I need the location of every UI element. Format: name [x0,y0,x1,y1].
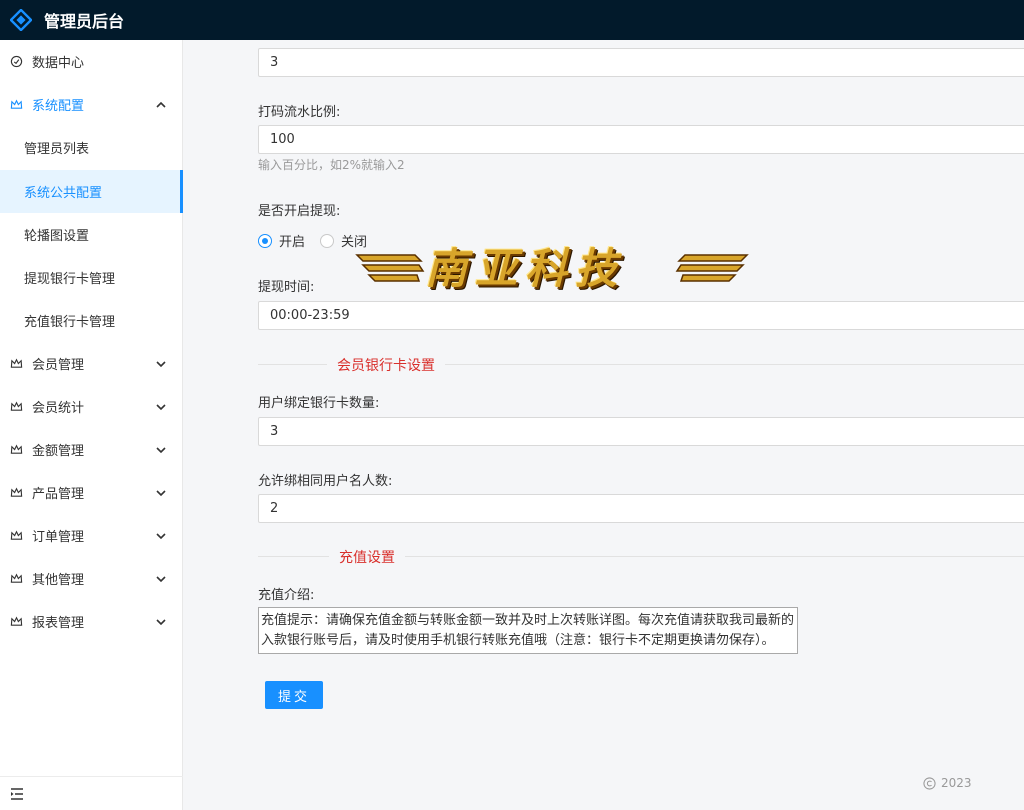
withdraw-label: 是否开启提现: [258,204,341,219]
sidebar-collapse-button[interactable] [0,776,183,810]
top-header: 管理员后台 [0,0,1024,40]
chevron-down-icon [156,575,166,582]
submit-button[interactable]: 提交 [265,681,323,709]
radio-unchecked-icon [320,233,334,248]
dashboard-icon [10,55,23,68]
chevron-down-icon [156,403,166,410]
crown-icon [10,401,23,411]
sidebar-item-dashboard[interactable]: 数据中心 [0,40,183,83]
same-name-label: 允许绑相同用户名人数: [258,474,393,489]
sidebar-item-orders[interactable]: 订单管理 [0,514,183,557]
bind-count-label: 用户绑定银行卡数量: [258,396,380,411]
chevron-down-icon [156,618,166,625]
section-title-bank: 会员银行卡设置 [327,355,445,375]
top-number-input[interactable] [258,48,1024,77]
chevron-down-icon [156,446,166,453]
sidebar-item-products[interactable]: 产品管理 [0,471,183,514]
radio-checked-icon [258,233,272,248]
sidebar-item-others[interactable]: 其他管理 [0,557,183,600]
chevron-down-icon [156,489,166,496]
sidebar-item-withdraw-card[interactable]: 提现银行卡管理 [0,256,183,299]
main-content: 打码流水比例: 输入百分比，如2%就输入2 是否开启提现: 开启 关闭 提现时间… [183,40,1024,810]
sidebar-item-recharge-card[interactable]: 充值银行卡管理 [0,299,183,342]
turnover-label: 打码流水比例: [258,105,341,120]
bind-count-input[interactable] [258,417,1024,446]
right-wing-icon [675,254,749,282]
crown-icon [10,573,23,583]
menu-fold-icon [11,787,23,800]
logo-icon [10,9,32,31]
chevron-up-icon [156,101,166,108]
left-wing-icon [355,254,425,282]
recharge-intro-label: 充值介绍: [258,588,315,603]
withdraw-on-radio[interactable]: 开启 [258,231,305,250]
sidebar-item-public-config[interactable]: 系统公共配置 [0,170,183,213]
watermark-logo: 南亚科技 [355,233,755,297]
crown-icon [10,99,23,109]
copyright-icon [923,776,936,790]
crown-icon [10,358,23,368]
crown-icon [10,444,23,454]
sidebar-item-admin-list[interactable]: 管理员列表 [0,126,183,169]
recharge-intro-textarea[interactable]: 充值提示：请确保充值金额与转账金额一致并及时上次转账详图。每次充值请获取我司最新… [258,607,798,654]
crown-icon [10,530,23,540]
sidebar-item-member-stats[interactable]: 会员统计 [0,385,183,428]
sidebar: 数据中心 系统配置 管理员列表 系统公共配置 轮播图设置 提现银行卡管理 充值银… [0,40,183,810]
sidebar-item-system-config[interactable]: 系统配置 [0,83,183,126]
same-name-count-input[interactable] [258,494,1024,523]
sidebar-item-amount[interactable]: 金额管理 [0,428,183,471]
crown-icon [10,616,23,626]
footer: 2023 [923,776,972,790]
turnover-hint: 输入百分比，如2%就输入2 [258,158,405,172]
sidebar-item-reports[interactable]: 报表管理 [0,600,183,643]
watermark-text: 南亚科技 [425,244,626,293]
withdraw-time-label: 提现时间: [258,280,315,295]
chevron-down-icon [156,360,166,367]
sidebar-item-banner-settings[interactable]: 轮播图设置 [0,213,183,256]
chevron-down-icon [156,532,166,539]
app-title: 管理员后台 [44,12,125,31]
turnover-ratio-input[interactable] [258,125,1024,154]
withdraw-time-input[interactable] [258,301,1024,330]
sidebar-item-members[interactable]: 会员管理 [0,342,183,385]
crown-icon [10,487,23,497]
section-title-recharge: 充值设置 [329,547,405,567]
